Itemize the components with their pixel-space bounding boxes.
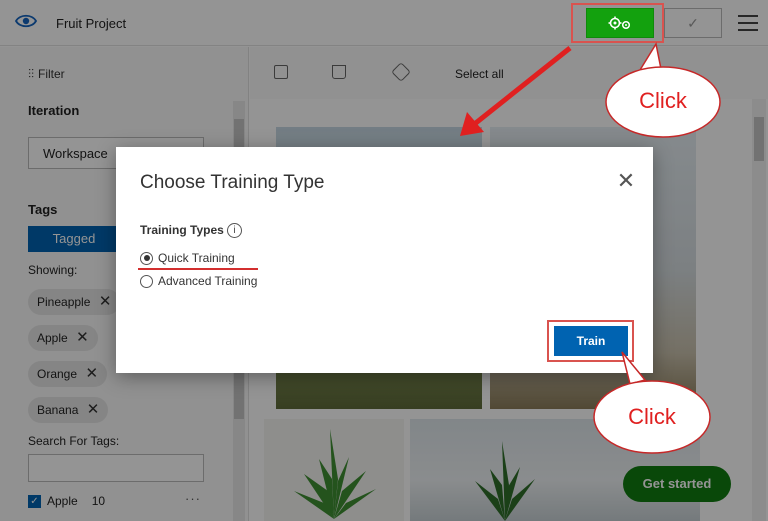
radio-button[interactable] [140,251,153,265]
train-button-annotation-box [547,320,634,362]
radio-label: Quick Training [158,251,235,265]
radio-label: Advanced Training [158,274,258,288]
dialog-title: Choose Training Type [140,172,325,193]
quick-training-underline [138,268,258,270]
radio-button[interactable] [140,274,153,288]
training-types-label: Training Types [140,223,224,237]
info-icon[interactable]: i [227,223,242,238]
click-callout-bottom: Click [593,380,711,454]
click-callout-top: Click [605,66,721,138]
callout-text: Click [628,404,677,429]
radio-quick-training[interactable]: Quick Training [140,251,235,265]
callout-text: Click [639,88,688,113]
close-icon[interactable]: ✕ [614,169,638,193]
train-button-annotation-box [571,3,664,43]
radio-advanced-training[interactable]: Advanced Training [140,274,257,288]
